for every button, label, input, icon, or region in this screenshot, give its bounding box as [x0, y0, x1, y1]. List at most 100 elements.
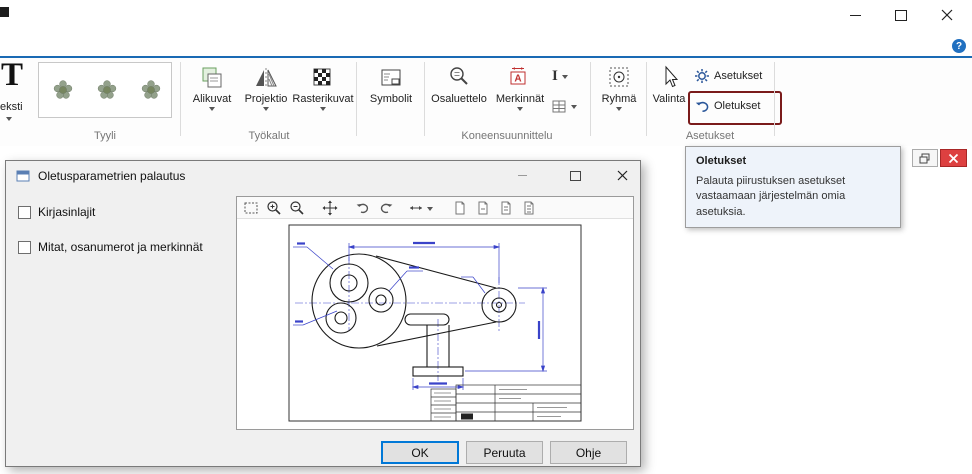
group-label-tyokalut: Työkalut [186, 130, 352, 142]
technical-drawing [237, 219, 633, 429]
osaluettelo-label: Osaluettelo [431, 93, 487, 105]
zoom-in-icon[interactable] [265, 199, 283, 217]
projektio-button[interactable]: Projektio [240, 62, 292, 128]
group-divider [774, 62, 775, 136]
alikuvat-button[interactable]: Alikuvat [186, 62, 238, 128]
text-tool-icon[interactable]: T [1, 58, 23, 92]
group-divider [590, 62, 591, 136]
ok-button[interactable]: OK [381, 441, 459, 464]
ryhma-button[interactable]: Ryhmä [594, 62, 644, 128]
group-selection-icon [607, 65, 631, 91]
view-direction-icon[interactable] [408, 199, 434, 217]
ibeam-icon: I [552, 68, 558, 85]
dialog-minimize-button[interactable] [504, 162, 540, 189]
rotate-left-icon[interactable] [354, 199, 372, 217]
close-icon [941, 9, 953, 21]
chevron-down-icon [263, 107, 269, 111]
dimension-text-button[interactable]: I [552, 68, 586, 85]
mitat-checkbox[interactable] [18, 241, 31, 254]
checkbox-row-mitat[interactable]: Mitat, osanumerot ja merkinnät [18, 240, 203, 254]
kirjasinlajit-label: Kirjasinlajit [38, 205, 95, 219]
group-label-tyyli: Tyyli [38, 130, 172, 142]
restore-icon [919, 153, 931, 164]
ohje-button[interactable]: Ohje [550, 441, 627, 464]
dialog-titlebar[interactable]: Oletusparametrien palautus [6, 161, 640, 191]
style-flower-icon[interactable] [95, 78, 119, 102]
app-icon [0, 7, 9, 17]
zoom-out-icon[interactable] [288, 199, 306, 217]
document-restore-button[interactable] [912, 149, 938, 167]
minimize-icon [850, 15, 861, 16]
style-gallery[interactable] [38, 62, 172, 118]
grid-icon [552, 100, 567, 114]
merkinnat-button[interactable]: A Merkinnät [492, 62, 548, 128]
undo-arrow-icon [694, 98, 710, 114]
style-flower-icon[interactable] [51, 78, 75, 102]
window-titlebar: ? [0, 0, 972, 56]
parts-list-magnifier-icon [447, 65, 471, 91]
alikuvat-label: Alikuvat [193, 93, 232, 105]
symbolit-label: Symbolit [370, 93, 412, 105]
drawing-preview-panel [236, 196, 634, 430]
cursor-arrow-icon [658, 65, 680, 91]
annotation-a-glyph: A [514, 74, 521, 85]
window-maximize-button[interactable] [878, 0, 924, 30]
teksti-button-label[interactable]: eksti [0, 101, 30, 113]
kirjasinlajit-checkbox[interactable] [18, 206, 31, 219]
oletusparametrien-palautus-dialog: Oletusparametrien palautus Kirjasinlajit… [5, 160, 641, 467]
minimize-icon [518, 175, 527, 176]
rotate-right-icon[interactable] [377, 199, 395, 217]
rasterikuvat-label: Rasterikuvat [292, 93, 353, 105]
chevron-down-icon [209, 107, 215, 111]
maximize-icon [895, 10, 907, 21]
annotation-icon: A [508, 65, 532, 91]
subpictures-icon [200, 65, 224, 91]
drawing-preview [237, 219, 633, 429]
peruuta-button[interactable]: Peruuta [466, 441, 543, 464]
window-zoom-icon[interactable] [242, 199, 260, 217]
rasterikuvat-button[interactable]: Rasterikuvat [292, 62, 354, 128]
sheet-next-icon[interactable] [497, 199, 515, 217]
dialog-title: Oletusparametrien palautus [38, 161, 185, 191]
valinta-button[interactable]: Valinta [648, 62, 690, 128]
group-divider [356, 62, 357, 136]
pan-icon[interactable] [321, 199, 339, 217]
close-icon [617, 170, 628, 181]
gear-icon [694, 68, 710, 84]
osaluettelo-button[interactable]: Osaluettelo [428, 62, 490, 128]
sheet-first-icon[interactable] [451, 199, 469, 217]
chevron-down-icon [562, 75, 568, 79]
tooltip-body: Palauta piirustuksen asetukset vastaamaa… [696, 174, 876, 220]
close-icon [948, 153, 959, 164]
group-divider [424, 62, 425, 136]
chevron-down-icon [320, 107, 326, 111]
raster-image-icon [311, 65, 335, 91]
group-divider [180, 62, 181, 136]
group-divider [646, 62, 647, 136]
help-icon[interactable]: ? [952, 39, 966, 53]
asetukset-button[interactable]: Asetukset [694, 68, 762, 84]
oletukset-tooltip: Oletukset Palauta piirustuksen asetukset… [685, 146, 901, 228]
checkbox-row-kirjasinlajit[interactable]: Kirjasinlajit [18, 205, 95, 219]
window-close-button[interactable] [924, 0, 970, 30]
mitat-label: Mitat, osanumerot ja merkinnät [38, 240, 203, 254]
merkinnat-label: Merkinnät [496, 93, 544, 105]
dimension-grid-button[interactable] [552, 100, 586, 114]
oletukset-label: Oletukset [714, 100, 760, 112]
dialog-close-button[interactable] [604, 162, 640, 189]
symbolit-button[interactable]: Symbolit [362, 62, 420, 128]
document-close-button[interactable] [940, 149, 967, 167]
dialog-maximize-button[interactable] [557, 162, 593, 189]
group-label-asetukset: Asetukset [646, 130, 774, 142]
maximize-icon [570, 171, 581, 181]
group-label-koneensuunnittelu: Koneensuunnittelu [428, 130, 586, 142]
sheet-last-icon[interactable] [520, 199, 538, 217]
style-flower-icon[interactable] [139, 78, 163, 102]
asetukset-label: Asetukset [714, 70, 762, 82]
oletukset-button[interactable]: Oletukset [694, 98, 760, 114]
tooltip-title: Oletukset [696, 155, 890, 167]
sheet-prev-icon[interactable] [474, 199, 492, 217]
chevron-down-icon [6, 117, 12, 121]
window-minimize-button[interactable] [832, 0, 878, 30]
dialog-window-icon [16, 169, 30, 183]
